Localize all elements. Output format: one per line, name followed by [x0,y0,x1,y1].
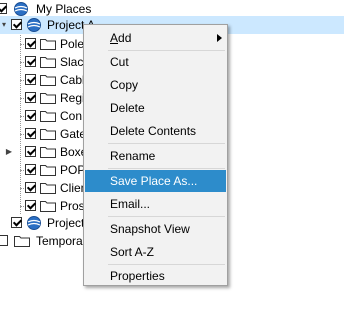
tree-row-prospects[interactable]: Pros [0,197,90,215]
menu-item-label: Email... [110,197,151,211]
tree-row-gate[interactable]: Gate [0,125,90,143]
menu-item-add[interactable]: Add [85,27,226,49]
layer-label: Cabl [60,73,85,87]
expand-icon[interactable]: ▶ [5,148,13,156]
project-a-checkbox[interactable] [11,19,22,30]
layer-checkbox[interactable] [25,182,36,193]
layer-checkbox[interactable] [25,110,36,121]
context-menu: Add Cut Copy Delete Delete Contents Rena… [83,24,228,286]
layer-checkbox[interactable] [25,164,36,175]
menu-item-label: Sort A-Z [110,245,155,259]
menu-separator [108,143,225,144]
menu-item-cut[interactable]: Cut [85,51,226,73]
layer-label: Pros [60,199,85,213]
layer-label: POP [60,163,86,177]
folder-icon [40,109,56,123]
folder-icon [40,37,56,51]
menu-item-label: Delete [110,101,145,115]
folder-icon [40,145,56,159]
menu-item-save-place-as[interactable]: Save Place As... [85,170,226,192]
folder-icon [40,55,56,69]
menu-item-delete-contents[interactable]: Delete Contents [85,120,226,142]
layer-checkbox[interactable] [25,38,36,49]
menu-separator [108,168,225,169]
menu-item-add-accel: A [110,31,119,45]
earth-icon [13,1,29,16]
tree-row-connector[interactable]: Con [0,107,90,125]
layer-checkbox[interactable] [25,92,36,103]
layer-checkbox[interactable] [25,146,36,157]
tree-row-project[interactable]: Project [0,214,90,232]
temporary-label: Tempora [36,234,83,248]
submenu-arrow-icon [217,34,222,42]
folder-icon [40,199,56,213]
layer-checkbox[interactable] [25,128,36,139]
menu-item-add-label: dd [118,31,132,45]
tree-row-clients[interactable]: Clien [0,179,90,197]
menu-item-label: Rename [110,149,156,163]
menu-item-copy[interactable]: Copy [85,74,226,96]
folder-icon [14,234,30,248]
temporary-checkbox[interactable] [0,235,8,246]
tree-row-boxes[interactable]: ▶ Boxe [0,143,90,161]
menu-item-snapshot-view[interactable]: Snapshot View [85,218,226,240]
menu-separator [108,216,225,217]
menu-item-label: Delete Contents [110,124,197,138]
layer-checkbox[interactable] [25,200,36,211]
project-checkbox[interactable] [11,217,22,228]
menu-item-label: Copy [110,78,139,92]
layer-label: Regi [60,91,85,105]
tree-row-pole[interactable]: Pole [0,35,90,53]
earth-icon [26,215,42,230]
layer-label: Con [60,109,83,123]
menu-item-label: Snapshot View [110,222,190,236]
menu-item-email[interactable]: Email... [85,193,226,215]
tree-row-pop[interactable]: POP [0,161,90,179]
tree-row-temporary[interactable]: Tempora [0,232,90,250]
project-label: Project [47,216,85,230]
menu-item-properties[interactable]: Properties [85,265,226,287]
folder-icon [40,163,56,177]
layer-label: Pole [60,37,85,51]
menu-item-rename[interactable]: Rename [85,145,226,167]
menu-item-label: Properties [110,269,165,283]
layer-checkbox[interactable] [25,56,36,67]
folder-icon [40,127,56,141]
my-places-checkbox[interactable] [0,3,7,14]
menu-item-delete[interactable]: Delete [85,97,226,119]
earth-icon [26,17,42,32]
tree-row-slack[interactable]: Slacl [0,53,90,71]
tree-row-cable[interactable]: Cabl [0,71,90,89]
folder-icon [40,73,56,87]
layer-checkbox[interactable] [25,74,36,85]
menu-item-label: Cut [110,55,129,69]
folder-icon [40,181,56,195]
menu-item-sort-az[interactable]: Sort A-Z [85,241,226,263]
tree-row-region[interactable]: Regi [0,89,90,107]
menu-item-label: Save Place As... [110,174,198,188]
collapse-icon[interactable]: ▾ [0,21,8,29]
folder-icon [40,91,56,105]
